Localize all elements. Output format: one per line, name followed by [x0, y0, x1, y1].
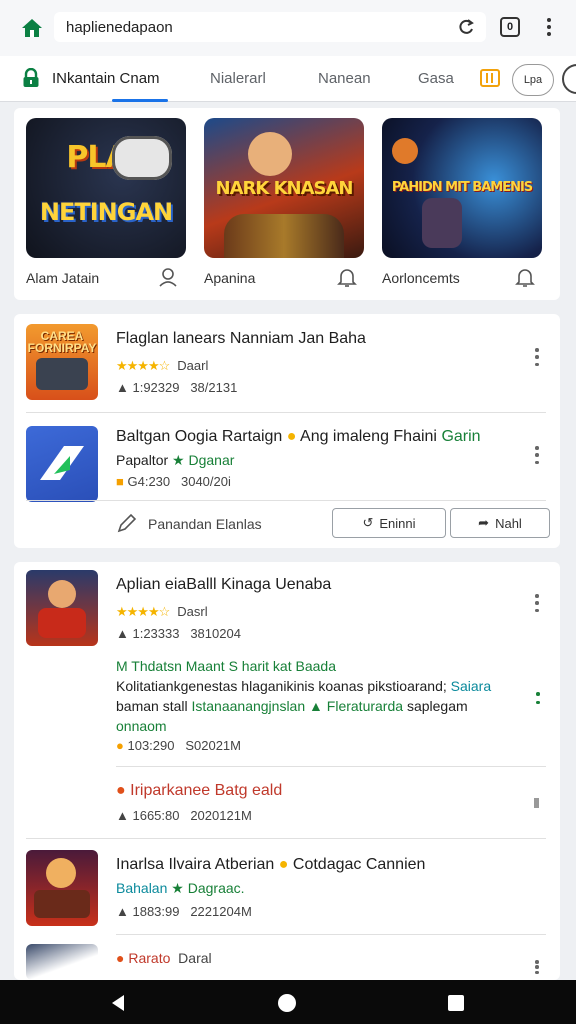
- app-list-card-2: Aplian eiaBalll Kinaga Uenaba ★★★★☆ Dasrl…: [14, 562, 560, 980]
- promo-line-1: Kolitatiankgenestas hlaganikinis koanas …: [116, 678, 492, 694]
- app-meta-2: ■ G4:230 3040/20i: [116, 474, 231, 489]
- app-icon-5[interactable]: [26, 850, 98, 926]
- arrow-logo-icon: [40, 446, 84, 480]
- divider: [116, 766, 546, 767]
- featured-thumbnail-3[interactable]: PAHIDN MIT BAMENIS: [382, 118, 542, 258]
- app-subtitle-5: Bahalan ★ Dagraac.: [116, 880, 245, 896]
- app-list-card-1: CAREA FORNIRPAY Flaglan lanears Nanniam …: [14, 314, 560, 548]
- app-subtitle-2: Papaltor ★ Dganar: [116, 452, 235, 468]
- app-meta-1: ▲ 1:92329 38/2131: [116, 380, 238, 395]
- system-navigation-bar: [0, 980, 576, 1024]
- pencil-icon: [117, 513, 137, 533]
- tab-fourth[interactable]: Gasa: [418, 70, 454, 87]
- featured-carousel[interactable]: PLAY NETINGAN Alam Jatain NARK KNASAN Ap…: [14, 108, 560, 300]
- profile-pill-button[interactable]: Lpa: [512, 64, 554, 96]
- home-button-icon[interactable]: [278, 994, 296, 1012]
- reload-icon[interactable]: [456, 17, 476, 37]
- action-button-1[interactable]: ↺ Eninni: [332, 508, 446, 538]
- app-title-4[interactable]: ● Iriparkanee Batg eald: [116, 782, 282, 800]
- featured-caption-2: Apanina: [204, 270, 256, 286]
- url-text: haplienedapaon: [66, 18, 173, 36]
- bell-icon[interactable]: [514, 266, 536, 288]
- person-icon[interactable]: [158, 266, 180, 288]
- featured-card-1[interactable]: PLAY NETINGAN Alam Jatain: [14, 108, 186, 300]
- browser-toolbar: haplienedapaon 0: [0, 0, 576, 56]
- app-title-3[interactable]: Aplian eiaBalll Kinaga Uenaba: [116, 576, 331, 594]
- divider: [26, 412, 546, 413]
- home-icon[interactable]: [20, 16, 44, 40]
- divider: [26, 838, 546, 839]
- tab-third[interactable]: Nanean: [318, 70, 371, 87]
- scroll-indicator: [534, 798, 539, 808]
- tab-second[interactable]: Nialerarl: [210, 70, 266, 87]
- footer-label: Panandan Elanlas: [148, 516, 262, 532]
- rating-stars-3: ★★★★☆ Dasrl: [116, 604, 208, 619]
- app-title-2[interactable]: Baltgan Oogia Rartaign ● Ang imaleng Fha…: [116, 428, 481, 446]
- more-options-icon[interactable]: [533, 960, 541, 974]
- app-meta-3b: ● 103:290 S02021M: [116, 738, 241, 753]
- promo-title: M Thdatsn Maant S harit kat Baada: [116, 658, 336, 674]
- more-options-icon[interactable]: [533, 348, 541, 366]
- tab-count: 0: [506, 21, 514, 33]
- more-options-icon[interactable]: [533, 594, 541, 612]
- promo-line-3: onnaom: [116, 718, 167, 734]
- featured-thumbnail-1[interactable]: PLAY NETINGAN: [26, 118, 186, 258]
- app-title-6[interactable]: ● Rarato Daral: [116, 950, 212, 966]
- featured-thumbnail-2[interactable]: NARK KNASAN: [204, 118, 364, 258]
- promo-line-2: baman stall Istanaanangjnslan ▲ Fleratur…: [116, 698, 468, 714]
- divider: [116, 934, 546, 935]
- app-icon-2[interactable]: [26, 426, 98, 502]
- app-icon-1[interactable]: CAREA FORNIRPAY: [26, 324, 98, 400]
- bell-icon[interactable]: [336, 266, 358, 288]
- recents-icon[interactable]: [448, 995, 464, 1011]
- app-icon-3[interactable]: [26, 570, 98, 646]
- more-options-icon[interactable]: [533, 446, 541, 464]
- action-button-2[interactable]: ➦ Nahl: [450, 508, 550, 538]
- action-buttons: ↺ Eninni ➦ Nahl: [332, 508, 562, 538]
- app-meta-4: ▲ 1665:80 2020121M: [116, 808, 252, 823]
- featured-card-3[interactable]: PAHIDN MIT BAMENIS Aorloncemts: [370, 108, 542, 300]
- overflow-menu-icon[interactable]: [544, 15, 554, 39]
- rating-stars-1: ★★★★☆ Daarl: [116, 358, 209, 373]
- lock-icon: [23, 68, 39, 87]
- app-icon-6[interactable]: [26, 944, 98, 980]
- app-title-1[interactable]: Flaglan lanears Nanniam Jan Baha: [116, 330, 366, 348]
- featured-card-2[interactable]: NARK KNASAN Apanina: [192, 108, 364, 300]
- app-meta-3: ▲ 1:23333 3810204: [116, 626, 241, 641]
- featured-caption-1: Alam Jatain: [26, 270, 100, 286]
- gamepad-icon: [112, 136, 172, 180]
- app-title-5[interactable]: Inarlsa Ilvaira Atberian ● Cotdagac Cann…: [116, 856, 425, 874]
- app-meta-5: ▲ 1883:99 2221204M: [116, 904, 252, 919]
- grid-icon[interactable]: [480, 69, 500, 87]
- tab-featured[interactable]: INkantain Cnam: [52, 70, 160, 87]
- tab-switcher-button[interactable]: 0: [500, 17, 520, 37]
- account-circle-icon[interactable]: [562, 64, 576, 94]
- featured-caption-3: Aorloncemts: [382, 270, 460, 286]
- more-options-icon[interactable]: [534, 692, 542, 704]
- address-bar[interactable]: haplienedapaon: [54, 12, 486, 42]
- divider: [26, 500, 546, 501]
- category-tabs: INkantain Cnam Nialerarl Nanean Gasa Lpa: [0, 56, 576, 102]
- active-tab-indicator: [112, 99, 168, 102]
- back-icon[interactable]: [112, 995, 124, 1011]
